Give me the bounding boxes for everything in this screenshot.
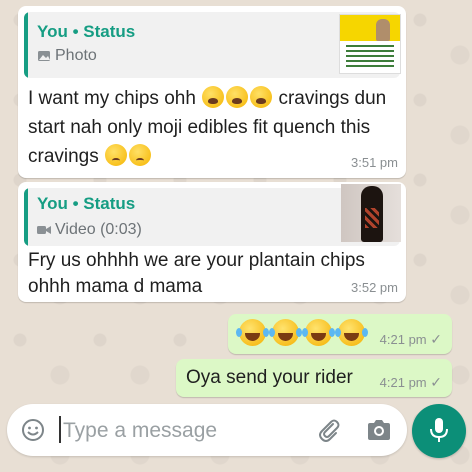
weary-face-emoji (202, 86, 225, 108)
sent-check-icon: ✓ (430, 331, 442, 347)
message-composer[interactable]: Type a message (7, 404, 407, 456)
weary-face-emoji (250, 86, 273, 108)
camera-icon[interactable] (366, 419, 392, 441)
emoji-icon[interactable] (21, 418, 45, 442)
mic-icon (430, 418, 448, 442)
status-photo-thumbnail[interactable] (339, 14, 401, 74)
emoji-row (236, 319, 366, 346)
rolling-on-floor-laughing-emoji (302, 319, 332, 346)
text-caret (59, 416, 61, 443)
worried-face-emoji (105, 144, 128, 166)
message-text: Fry us ohhhh we are your plantain chips … (28, 250, 365, 297)
quote-accent-bar (24, 12, 28, 78)
outgoing-message[interactable]: 4:21 pm ✓ (228, 314, 452, 354)
quote-media-type: Video (0:03) (37, 221, 142, 239)
status-video-thumbnail[interactable] (341, 184, 401, 242)
message-input[interactable]: Type a message (63, 419, 217, 443)
message-time: 3:51 pm (351, 155, 398, 170)
worried-face-emoji (129, 144, 152, 166)
quote-accent-bar (24, 188, 28, 246)
message-text: I want my chips ohh cravings dun start n… (28, 86, 387, 167)
message-time: 4:21 pm ✓ (379, 331, 442, 347)
rolling-on-floor-laughing-emoji (236, 319, 266, 346)
video-icon (37, 226, 51, 234)
quote-media-label: Video (0:03) (55, 221, 142, 238)
voice-record-button[interactable] (412, 404, 466, 458)
rolling-on-floor-laughing-emoji (335, 319, 365, 346)
quote-author: You • Status (37, 194, 136, 213)
outgoing-message[interactable]: Oya send your rider 4:21 pm ✓ (176, 359, 452, 397)
photo-icon (38, 51, 50, 61)
message-text: Oya send your rider (186, 367, 353, 388)
weary-face-emoji (226, 86, 249, 108)
message-time: 4:21 pm ✓ (379, 374, 442, 390)
quote-media-type: Photo (37, 47, 97, 65)
quote-author: You • Status (37, 22, 136, 41)
rolling-on-floor-laughing-emoji (269, 319, 299, 346)
attach-icon[interactable] (317, 417, 341, 443)
message-time: 3:52 pm (351, 280, 398, 295)
sent-check-icon: ✓ (430, 374, 442, 390)
quote-media-label: Photo (55, 47, 97, 64)
